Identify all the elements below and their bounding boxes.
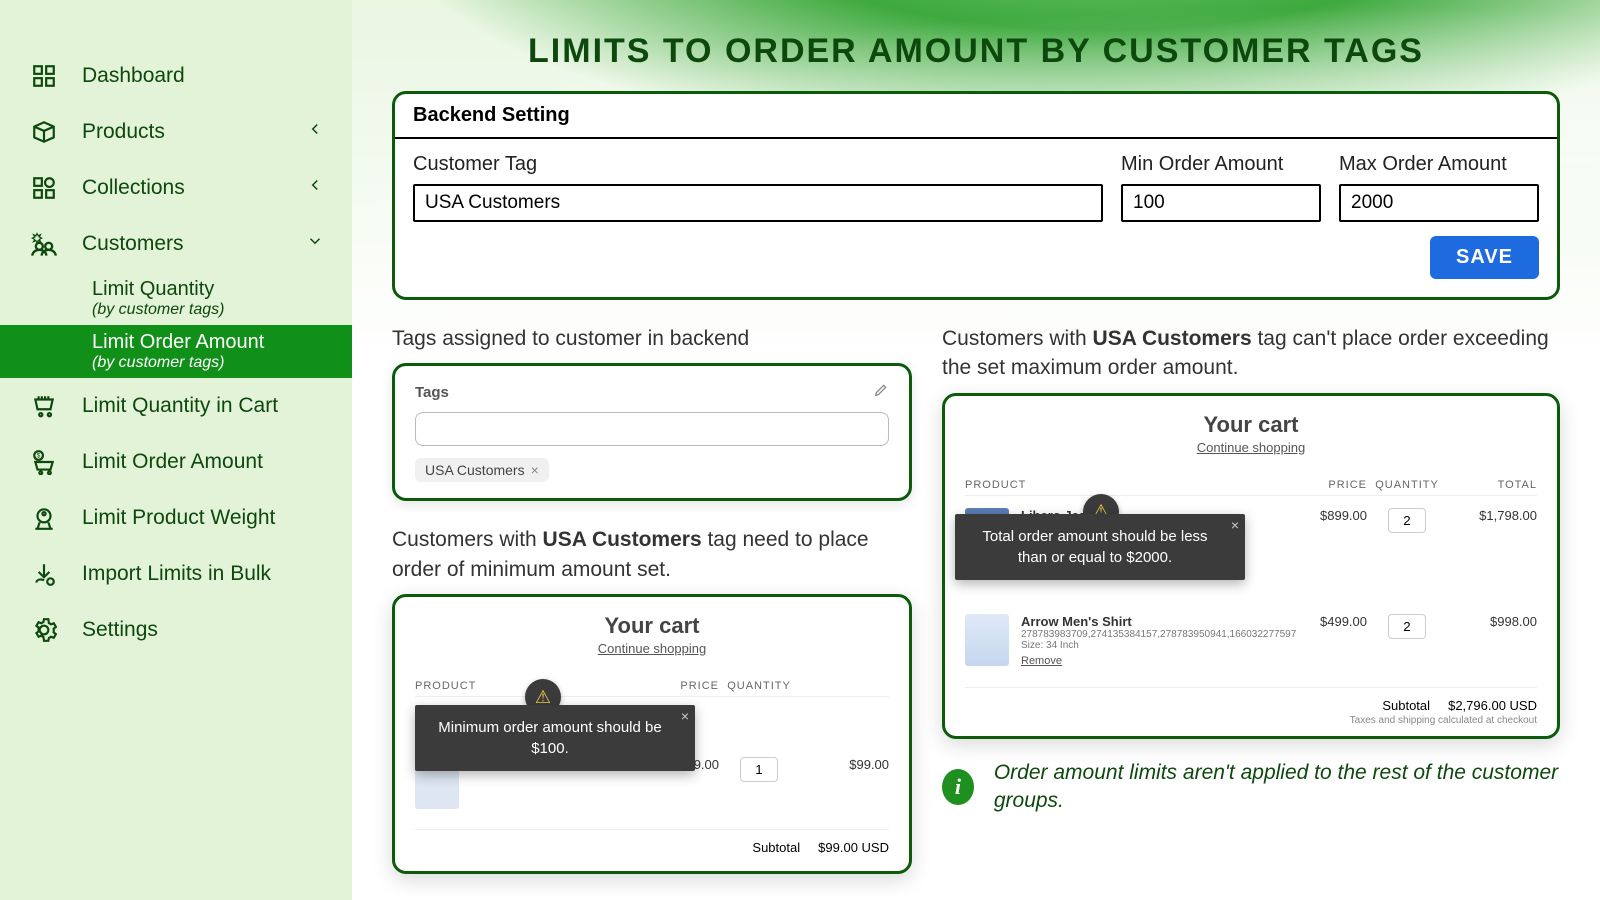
min-order-toast: Minimum order amount should be $100. × <box>415 705 695 771</box>
main-content: LIMITS TO ORDER AMOUNT BY CUSTOMER TAGS … <box>352 0 1600 900</box>
col-qty: QUANTITY <box>719 680 799 692</box>
sidebar: Dashboard Products Collections Customers… <box>0 0 352 900</box>
tags-caption: Tags assigned to customer in backend <box>392 324 912 353</box>
import-icon <box>28 558 60 590</box>
cart-icon <box>28 390 60 422</box>
chevron-down-icon <box>306 232 324 256</box>
tags-box: Tags USA Customers × <box>392 363 912 501</box>
sidebar-item-collections[interactable]: Collections <box>0 160 352 216</box>
info-icon: i <box>942 769 974 805</box>
cart-max-preview: Your cart Continue shopping PRODUCT PRIC… <box>942 393 1560 739</box>
customer-tag-input[interactable] <box>413 184 1103 222</box>
subtotal-value: $99.00 USD <box>818 840 889 855</box>
info-text: Order amount limits aren't applied to th… <box>994 759 1560 816</box>
weight-icon <box>28 502 60 534</box>
max-caption: Customers with USA Customers tag can't p… <box>942 324 1560 383</box>
panel-header: Backend Setting <box>395 94 1557 139</box>
sidebar-item-import-limits[interactable]: Import Limits in Bulk <box>0 546 352 602</box>
customers-icon <box>28 228 60 260</box>
page-title: LIMITS TO ORDER AMOUNT BY CUSTOMER TAGS <box>392 32 1560 71</box>
row-total: $1,798.00 <box>1447 508 1537 523</box>
cart-min-preview: Your cart Continue shopping PRODUCT PRIC… <box>392 594 912 874</box>
min-order-input[interactable] <box>1121 184 1321 222</box>
sidebar-item-label: Import Limits in Bulk <box>82 562 271 586</box>
continue-shopping-link[interactable]: Continue shopping <box>965 440 1537 455</box>
tags-input[interactable] <box>415 412 889 446</box>
customer-tag-label: Customer Tag <box>413 153 1103 176</box>
tag-chip-remove-icon[interactable]: × <box>531 462 539 478</box>
col-product: PRODUCT <box>965 479 1297 491</box>
sidebar-item-limit-order-amount[interactable]: $ Limit Order Amount <box>0 434 352 490</box>
backend-setting-panel: Backend Setting Customer Tag Min Order A… <box>392 91 1560 300</box>
svg-text:$: $ <box>37 453 41 460</box>
sidebar-item-label: Limit Product Weight <box>82 506 275 530</box>
pencil-icon[interactable] <box>873 382 889 402</box>
save-button[interactable]: SAVE <box>1430 236 1539 279</box>
sidebar-sub-limit-quantity-tags[interactable]: Limit Quantity (by customer tags) <box>0 272 352 325</box>
close-icon[interactable]: × <box>1231 516 1239 536</box>
cart-row: Arrow Men's Shirt 278783983709,274135384… <box>965 602 1537 679</box>
sidebar-sub-limit-order-amount-tags[interactable]: Limit Order Amount (by customer tags) <box>0 325 352 378</box>
row-price: $899.00 <box>1297 508 1367 523</box>
cart-title: Your cart <box>415 613 889 639</box>
remove-link[interactable]: Remove <box>1021 655 1062 667</box>
sidebar-item-limit-quantity-cart[interactable]: Limit Quantity in Cart <box>0 378 352 434</box>
sidebar-item-label: Collections <box>82 176 185 200</box>
product-meta: 278783983709,274135384157,278783950941,1… <box>1021 629 1297 640</box>
col-price: PRICE <box>649 680 719 692</box>
min-caption: Customers with USA Customers tag need to… <box>392 525 912 584</box>
chevron-left-icon <box>306 120 324 144</box>
chevron-left-icon <box>306 176 324 200</box>
sidebar-item-label: Products <box>82 120 165 144</box>
box-icon <box>28 116 60 148</box>
gear-icon <box>28 614 60 646</box>
close-icon[interactable]: × <box>681 707 689 727</box>
row-total: $998.00 <box>1447 614 1537 629</box>
max-order-label: Max Order Amount <box>1339 153 1539 176</box>
subtotal-label: Subtotal <box>752 840 800 855</box>
sidebar-item-label: Customers <box>82 232 184 256</box>
sidebar-item-customers[interactable]: Customers <box>0 216 352 272</box>
continue-shopping-link[interactable]: Continue shopping <box>415 641 889 656</box>
col-price: PRICE <box>1297 479 1367 491</box>
collections-icon <box>28 172 60 204</box>
tag-chip[interactable]: USA Customers × <box>415 458 549 482</box>
sidebar-item-label: Limit Quantity in Cart <box>82 394 278 418</box>
sidebar-sub-subtitle: (by customer tags) <box>92 354 324 372</box>
product-name: Arrow Men's Shirt <box>1021 614 1297 629</box>
row-price: $499.00 <box>1297 614 1367 629</box>
col-total: TOTAL <box>1447 479 1537 491</box>
tags-header: Tags <box>415 384 449 401</box>
sidebar-sub-subtitle: (by customer tags) <box>92 301 324 319</box>
min-order-label: Min Order Amount <box>1121 153 1321 176</box>
dashboard-icon <box>28 60 60 92</box>
cart-title: Your cart <box>965 412 1537 438</box>
sidebar-item-limit-product-weight[interactable]: Limit Product Weight <box>0 490 352 546</box>
sidebar-item-label: Dashboard <box>82 64 185 88</box>
product-thumb <box>965 614 1009 666</box>
qty-input[interactable] <box>1388 614 1426 639</box>
subtotal-label: Subtotal <box>1382 698 1430 713</box>
cart-note: Taxes and shipping calculated at checkou… <box>965 715 1537 726</box>
sidebar-sub-label: Limit Order Amount <box>92 331 324 354</box>
max-order-toast: Total order amount should be less than o… <box>955 514 1245 580</box>
cart-money-icon: $ <box>28 446 60 478</box>
sidebar-item-settings[interactable]: Settings <box>0 602 352 658</box>
col-qty: QUANTITY <box>1367 479 1447 491</box>
subtotal-value: $2,796.00 USD <box>1448 698 1537 713</box>
sidebar-sub-label: Limit Quantity <box>92 278 324 301</box>
max-order-input[interactable] <box>1339 184 1539 222</box>
sidebar-item-label: Limit Order Amount <box>82 450 263 474</box>
tag-chip-label: USA Customers <box>425 462 525 478</box>
row-total: $99.00 <box>799 757 889 772</box>
sidebar-item-dashboard[interactable]: Dashboard <box>0 48 352 104</box>
info-callout: i Order amount limits aren't applied to … <box>942 759 1560 816</box>
sidebar-item-products[interactable]: Products <box>0 104 352 160</box>
qty-input[interactable] <box>1388 508 1426 533</box>
qty-input[interactable] <box>740 757 778 782</box>
sidebar-item-label: Settings <box>82 618 158 642</box>
product-size: Size: 34 Inch <box>1021 640 1297 651</box>
